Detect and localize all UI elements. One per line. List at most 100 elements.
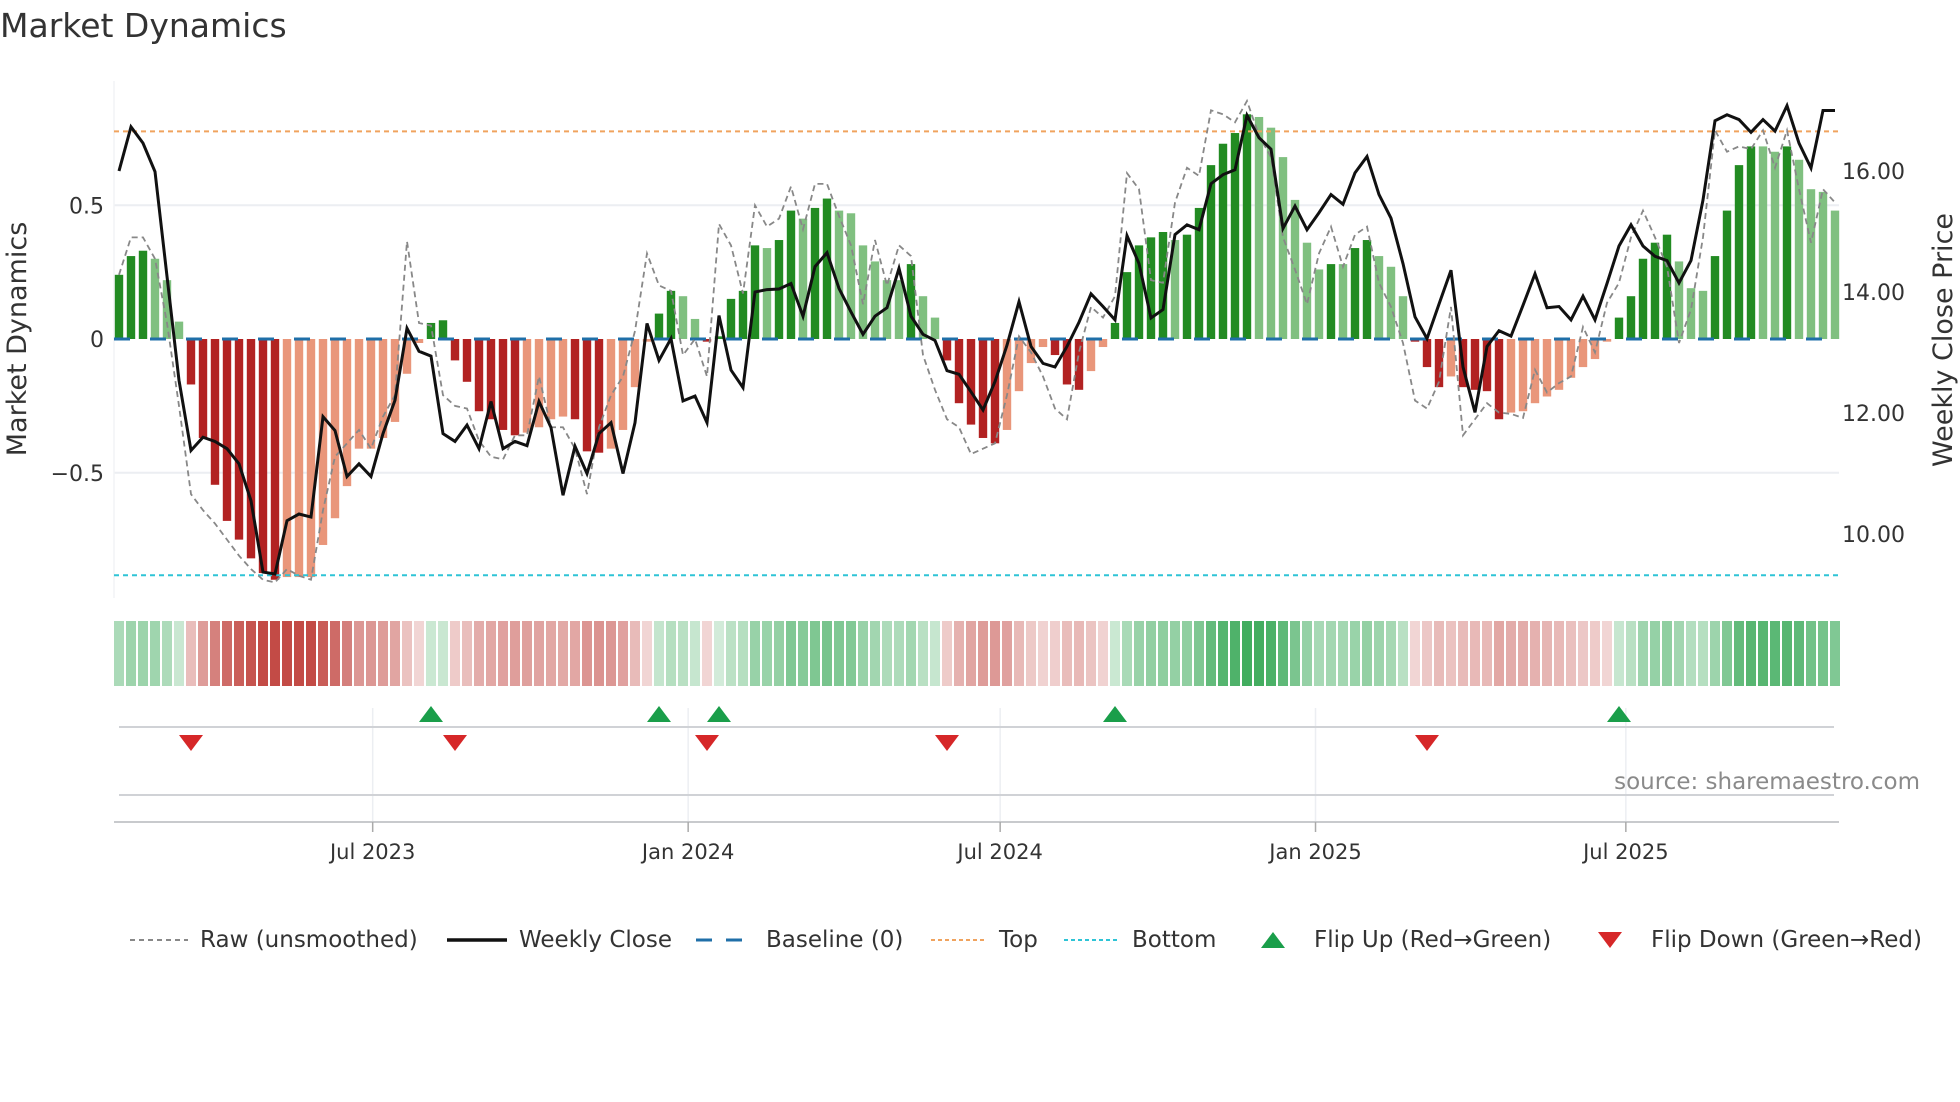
heat-cell <box>1242 621 1252 686</box>
momentum-bar <box>870 261 880 339</box>
legend-item-flip-down[interactable]: Flip Down (Green→Red) <box>1595 924 1922 956</box>
momentum-bar <box>258 339 268 574</box>
heat-cell <box>822 621 832 686</box>
heat-cell <box>1722 621 1732 686</box>
flip-up-marker <box>419 706 443 722</box>
heat-cell <box>1818 621 1828 686</box>
heat-cell <box>1458 621 1468 686</box>
heat-cell <box>1626 621 1636 686</box>
heat-cell <box>1698 621 1708 686</box>
heat-cell <box>630 621 640 686</box>
flip-down-marker <box>695 735 719 751</box>
heat-cell <box>426 621 436 686</box>
momentum-bar <box>1362 240 1372 339</box>
heat-cell <box>1398 621 1408 686</box>
momentum-bar <box>1674 261 1684 339</box>
heat-cell <box>1302 621 1312 686</box>
momentum-bar <box>654 313 664 339</box>
heat-cell <box>594 621 604 686</box>
heat-cell <box>582 621 592 686</box>
heat-cell <box>210 621 220 686</box>
heat-cell <box>810 621 820 686</box>
heat-cell <box>546 621 556 686</box>
momentum-bar <box>474 339 484 412</box>
heat-cell <box>762 621 772 686</box>
heat-cell <box>162 621 172 686</box>
legend-label: Raw (unsmoothed) <box>200 927 418 953</box>
heat-cell <box>1026 621 1036 686</box>
legend-item-bottom[interactable]: Bottom <box>1064 924 1216 956</box>
momentum-bar <box>1254 116 1264 339</box>
heat-cell <box>150 621 160 686</box>
heat-cell <box>834 621 844 686</box>
momentum-bar <box>1326 264 1336 339</box>
heat-cell <box>414 621 424 686</box>
legend-label: Top <box>999 927 1038 953</box>
momentum-bar <box>1746 146 1756 339</box>
legend-label: Bottom <box>1132 927 1217 953</box>
y-tick-label: 0 <box>90 328 104 353</box>
heat-cell <box>246 621 256 686</box>
heat-cell <box>1674 621 1684 686</box>
momentum-bar <box>198 339 208 438</box>
legend-label: Flip Up (Red→Green) <box>1314 927 1552 953</box>
heat-cell <box>1542 621 1552 686</box>
heat-cell <box>858 621 868 686</box>
legend-item-weekly-close[interactable]: Weekly Close <box>447 924 672 956</box>
momentum-bar <box>270 339 280 580</box>
heat-cell <box>1158 621 1168 686</box>
heat-cell <box>1194 621 1204 686</box>
legend-item-baseline[interactable]: Baseline (0) <box>696 924 903 956</box>
heat-cell <box>702 621 712 686</box>
heat-cell <box>234 621 244 686</box>
heat-cell <box>1506 621 1516 686</box>
momentum-bar <box>678 296 688 339</box>
heat-cell <box>390 621 400 686</box>
momentum-bar <box>1806 189 1816 339</box>
heat-cell <box>1110 621 1120 686</box>
momentum-bar <box>1710 256 1720 339</box>
heat-cell <box>1266 621 1276 686</box>
momentum-bar <box>798 218 808 339</box>
momentum-bar <box>1734 165 1744 339</box>
momentum-bar <box>1782 146 1792 339</box>
legend-item-top[interactable]: Top <box>931 924 1038 956</box>
momentum-bar <box>1578 339 1588 368</box>
momentum-bar <box>234 339 244 540</box>
heat-cell <box>330 621 340 686</box>
momentum-bar <box>978 339 988 438</box>
momentum-bar <box>1758 146 1768 339</box>
momentum-bar <box>690 318 700 339</box>
heat-cell <box>1590 621 1600 686</box>
momentum-bar <box>438 320 448 339</box>
momentum-bar <box>558 339 568 417</box>
heat-cell <box>738 621 748 686</box>
heat-cell <box>1230 621 1240 686</box>
momentum-bar <box>450 339 460 361</box>
heat-cell <box>270 621 280 686</box>
heat-cell <box>306 621 316 686</box>
y-tick-label: −0.5 <box>51 462 104 487</box>
heat-cell <box>1650 621 1660 686</box>
heat-cell <box>606 621 616 686</box>
momentum-bar <box>126 256 136 339</box>
dotted-orange-line-icon <box>931 939 987 941</box>
momentum-bar <box>966 339 976 425</box>
heat-cell <box>1098 621 1108 686</box>
heat-cell <box>1806 621 1816 686</box>
heat-cell <box>1374 621 1384 686</box>
momentum-bar <box>186 339 196 385</box>
y2-axis-title: Weekly Close Price <box>1928 213 1959 467</box>
heat-cell <box>1002 621 1012 686</box>
momentum-bar <box>1566 339 1576 378</box>
legend-item-raw[interactable]: Raw (unsmoothed) <box>130 924 418 956</box>
momentum-bar <box>1830 210 1840 339</box>
momentum-bar <box>666 290 676 339</box>
dashed-gray-line-icon <box>130 939 188 941</box>
momentum-bar <box>174 321 184 339</box>
heat-cell <box>186 621 196 686</box>
legend-item-flip-up[interactable]: Flip Up (Red→Green) <box>1258 924 1551 956</box>
heat-cell <box>294 621 304 686</box>
x-tick-label: Jan 2024 <box>640 840 735 864</box>
flip-down-marker <box>935 735 959 751</box>
